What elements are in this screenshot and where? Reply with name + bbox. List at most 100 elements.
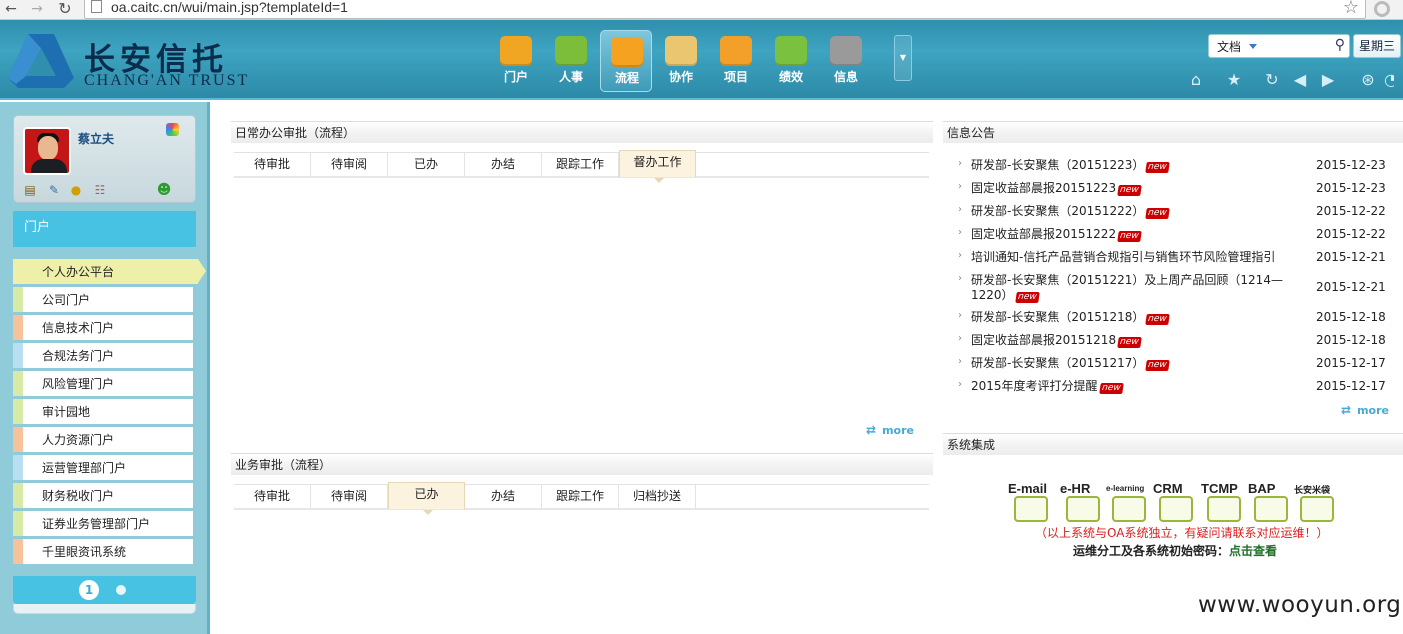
new-badge: new — [1117, 231, 1142, 242]
home-icon[interactable]: ⌂ — [1186, 70, 1206, 90]
back-arrow-icon[interactable]: ◀ — [1290, 70, 1310, 90]
search-type-select[interactable]: 文档 — [1217, 38, 1241, 55]
sidebar-item[interactable]: 个人办公平台 — [13, 259, 206, 284]
forward-arrow-icon[interactable]: ▶ — [1318, 70, 1338, 90]
book-icon[interactable]: ▤ — [22, 182, 38, 198]
tab[interactable]: 待审批 — [234, 485, 311, 510]
search-box[interactable]: 文档 ⚲ — [1208, 34, 1350, 58]
password-view-link[interactable]: 点击查看 — [1229, 544, 1277, 558]
system-logo[interactable]: e-learning — [1106, 481, 1152, 523]
favorite-star-icon[interactable]: ★ — [1224, 70, 1244, 90]
tab[interactable]: 待审阅 — [311, 153, 388, 178]
sidebar-item[interactable]: 运营管理部门户 — [13, 455, 193, 480]
notice-title: 信息公告 — [947, 126, 996, 140]
extra-icon[interactable]: ◔ — [1384, 70, 1394, 90]
tab[interactable]: 办结 — [465, 485, 542, 510]
dropdown-circle-icon[interactable]: ⊛ — [1358, 70, 1378, 90]
back-icon[interactable]: ← — [0, 0, 22, 20]
chevron-down-icon[interactable] — [1249, 44, 1257, 49]
notice-date: 2015-12-23 — [1316, 181, 1386, 195]
tab[interactable]: 待审批 — [234, 153, 311, 178]
tab[interactable]: 跟踪工作 — [542, 485, 619, 510]
notice-more-link[interactable]: ⇄ more — [1341, 403, 1389, 417]
new-badge: new — [1145, 162, 1170, 173]
module-label: 协作 — [668, 70, 693, 84]
notice-title-text[interactable]: 研发部-长安聚焦（20151217） new — [971, 356, 1289, 371]
notice-title-text[interactable]: 培训通知-信托产品营销合规指引与销售环节风险管理指引 — [971, 250, 1289, 265]
system-logo[interactable]: e-HR — [1060, 481, 1106, 523]
address-bar[interactable]: oa.caitc.cn/wui/main.jsp?templateId=1 ☆ — [84, 0, 1366, 19]
notice-item[interactable]: › 研发部-长安聚焦（20151222） new 2015-12-22 — [955, 204, 1395, 222]
module-project[interactable]: 项目 — [710, 30, 762, 92]
notice-item[interactable]: › 固定收益部晨报20151218 new 2015-12-18 — [955, 333, 1395, 351]
notice-item[interactable]: › 研发部-长安聚焦（20151218） new 2015-12-18 — [955, 310, 1395, 328]
notice-title-text[interactable]: 固定收益部晨报20151222 new — [971, 227, 1289, 242]
notice-item[interactable]: › 研发部-长安聚焦（20151221）及上周产品回顾（1214—1220） new… — [955, 273, 1395, 303]
sidebar-item[interactable]: 审计园地 — [13, 399, 193, 424]
tab[interactable]: 已办 — [388, 153, 465, 178]
tab[interactable]: 办结 — [465, 153, 542, 178]
bullet-icon: › — [958, 158, 962, 169]
org-chart-icon[interactable]: ☷ — [92, 182, 108, 198]
sidebar-item[interactable]: 千里眼资讯系统 — [13, 539, 193, 564]
notice-title-text[interactable]: 研发部-长安聚焦（20151218） new — [971, 310, 1289, 325]
online-status-icon[interactable]: ☻ — [156, 182, 172, 198]
lock-icon[interactable]: ● — [68, 182, 84, 198]
sidebar-item[interactable]: 人力资源门户 — [13, 427, 193, 452]
notice-title-text[interactable]: 研发部-长安聚焦（20151222） new — [971, 204, 1289, 219]
tab[interactable]: 督办工作 — [619, 150, 696, 183]
sidebar-item-label: 个人办公平台 — [42, 265, 115, 279]
sidebar-item[interactable]: 财务税收门户 — [13, 483, 193, 508]
notice-item[interactable]: › 研发部-长安聚焦（20151217） new 2015-12-17 — [955, 356, 1395, 374]
sidebar-item[interactable]: 公司门户 — [13, 287, 193, 312]
more-arrows-icon: ⇄ — [866, 423, 877, 437]
notice-item[interactable]: › 固定收益部晨报20151222 new 2015-12-22 — [955, 227, 1395, 245]
tab[interactable]: 跟踪工作 — [542, 153, 619, 178]
notice-item[interactable]: › 培训通知-信托产品营销合规指引与销售环节风险管理指引 2015-12-21 — [955, 250, 1395, 268]
weekday-button[interactable]: 星期三 — [1353, 34, 1401, 58]
module-performance[interactable]: 绩效 — [765, 30, 817, 92]
module-collaboration[interactable]: 协作 — [655, 30, 707, 92]
user-name[interactable]: 蔡立夫 — [78, 130, 114, 147]
tab[interactable]: 已办 — [388, 482, 465, 515]
sidebar-item[interactable]: 证券业务管理部门户 — [13, 511, 193, 536]
module-globe[interactable]: 信息 — [820, 30, 872, 92]
browser-menu-icon[interactable] — [1374, 1, 1390, 17]
tab[interactable]: 归档抄送 — [619, 485, 696, 510]
notice-title-text[interactable]: 2015年度考评打分提醒 new — [971, 379, 1289, 394]
system-logo[interactable]: 长安米袋 — [1294, 481, 1340, 523]
daily-approval-more-link[interactable]: ⇄ more — [866, 423, 914, 437]
more-modules-button[interactable]: ▼ — [894, 35, 912, 81]
notice-title-text[interactable]: 研发部-长安聚焦（20151223） new — [971, 158, 1289, 173]
new-badge: new — [1145, 360, 1170, 371]
system-logo[interactable]: CRM — [1153, 481, 1199, 523]
module-personnel[interactable]: 人事 — [545, 30, 597, 92]
module-workflow-chart[interactable]: 流程 — [600, 30, 652, 92]
edit-icon[interactable]: ✎ — [46, 182, 62, 198]
tab[interactable]: 待审阅 — [311, 485, 388, 510]
bookmark-star-icon[interactable]: ☆ — [1343, 0, 1359, 18]
system-name: e-learning — [1106, 484, 1145, 493]
avatar[interactable] — [23, 127, 71, 175]
sidebar-item[interactable]: 信息技术门户 — [13, 315, 193, 340]
forward-icon[interactable]: → — [26, 0, 48, 20]
reload-icon[interactable]: ↻ — [54, 0, 76, 20]
system-logo[interactable]: TCMP — [1201, 481, 1247, 523]
theme-icon[interactable] — [166, 123, 179, 136]
notice-title-text[interactable]: 固定收益部晨报20151218 new — [971, 333, 1289, 348]
system-logo[interactable]: BAP — [1248, 481, 1294, 523]
browser-toolbar: ← → ↻ oa.caitc.cn/wui/main.jsp?templateI… — [0, 0, 1403, 20]
notice-item[interactable]: › 2015年度考评打分提醒 new 2015-12-17 — [955, 379, 1395, 397]
sidebar-item[interactable]: 合规法务门户 — [13, 343, 193, 368]
notice-title-text[interactable]: 研发部-长安聚焦（20151221）及上周产品回顾（1214—1220） new — [971, 273, 1289, 303]
refresh-icon[interactable]: ↻ — [1262, 70, 1282, 90]
module-home[interactable]: 门户 — [490, 30, 542, 92]
sidebar-item[interactable]: 风险管理门户 — [13, 371, 193, 396]
notice-item[interactable]: › 固定收益部晨报20151223 new 2015-12-23 — [955, 181, 1395, 199]
page-2-dot[interactable] — [116, 585, 126, 595]
notice-item[interactable]: › 研发部-长安聚焦（20151223） new 2015-12-23 — [955, 158, 1395, 176]
page-1-dot[interactable]: 1 — [79, 580, 99, 600]
search-icon[interactable]: ⚲ — [1335, 37, 1345, 53]
system-logo[interactable]: E-mail — [1008, 481, 1054, 523]
notice-title-text[interactable]: 固定收益部晨报20151223 new — [971, 181, 1289, 196]
